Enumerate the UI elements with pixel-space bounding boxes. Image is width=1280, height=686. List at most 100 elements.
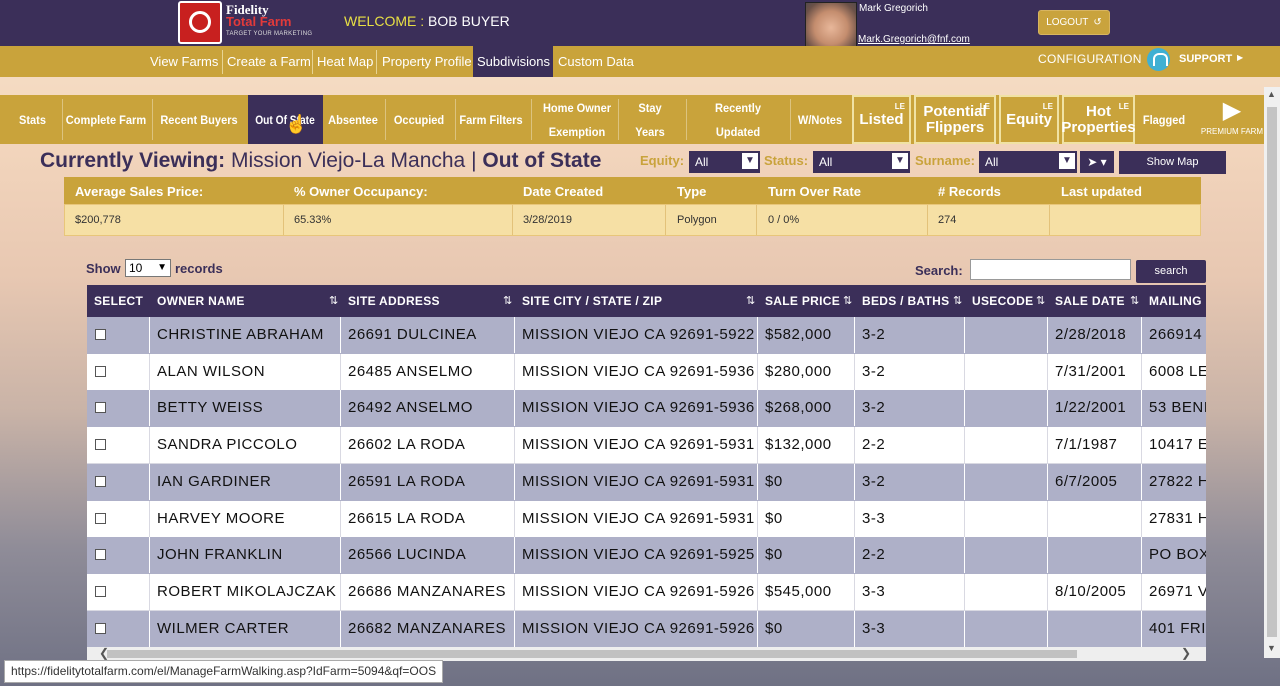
column-header-beds-baths[interactable]: BEDS / BATHS xyxy=(855,285,965,317)
search-input[interactable] xyxy=(970,259,1131,280)
tab-equity[interactable]: Equity LE xyxy=(999,95,1059,144)
tab-flagged[interactable]: Flagged xyxy=(1140,95,1188,144)
cell-sale-price: $0 xyxy=(758,610,855,647)
sort-icon[interactable]: ⇅ xyxy=(746,294,755,308)
cell-sale-price: $545,000 xyxy=(758,573,855,610)
tab-farm-filters[interactable]: Farm Filters xyxy=(459,95,523,144)
tab-stay-years[interactable]: Stay Years xyxy=(622,95,677,144)
cell-sale-date xyxy=(1048,537,1142,574)
tab-complete-farm[interactable]: Complete Farm xyxy=(66,95,147,144)
column-header-select[interactable]: SELECT xyxy=(87,285,150,317)
table-row[interactable]: BETTY WEISS 26492 ANSELMO MISSION VIEJO CA… xyxy=(87,390,1206,428)
tab-listed[interactable]: Listed LE xyxy=(852,95,911,144)
table-row[interactable]: JOHN FRANKLIN 26566 LUCINDA MISSION VIEJO … xyxy=(87,537,1206,575)
column-header-sale-date[interactable]: SALE DATE xyxy=(1048,285,1142,317)
cell-usecode xyxy=(965,573,1048,610)
tab-potential-flippers[interactable]: Potential Flippers LE xyxy=(914,95,996,144)
configuration-link[interactable]: CONFIGURATION xyxy=(1038,52,1142,66)
nav-subdivisions[interactable]: Subdivisions xyxy=(473,46,553,77)
table-row[interactable]: ALAN WILSON 26485 ANSELMO MISSION VIEJO CA… xyxy=(87,353,1206,391)
le-badge: LE xyxy=(979,102,990,111)
tab-hot-properties[interactable]: Hot Properties LE xyxy=(1061,95,1136,144)
column-header-mailing[interactable]: MAILING xyxy=(1142,285,1206,317)
hand-cursor-icon: ☝ xyxy=(285,114,308,134)
logout-button[interactable]: LOGOUT ↺ xyxy=(1038,10,1110,35)
equity-filter-select[interactable]: All ▼ xyxy=(689,151,760,173)
search-button[interactable]: search xyxy=(1136,260,1206,283)
nav-heat-map[interactable]: Heat Map xyxy=(313,46,377,77)
cell-beds-baths: 3-3 xyxy=(855,573,965,610)
records-label: records xyxy=(175,261,223,276)
cell-mailing: 10417 E xyxy=(1142,427,1206,463)
tab-absentee[interactable]: Absentee xyxy=(327,95,379,144)
sort-icon[interactable]: ⇅ xyxy=(843,294,852,308)
sort-icon[interactable]: ⇅ xyxy=(1036,294,1045,308)
row-select-checkbox[interactable] xyxy=(95,585,106,597)
cell-owner-name: ALAN WILSON xyxy=(150,353,341,390)
row-select-checkbox[interactable] xyxy=(95,549,106,561)
select-cell xyxy=(87,610,150,647)
welcome-prefix: WELCOME : xyxy=(344,13,425,29)
logo[interactable]: Fidelity Total Farm TARGET YOUR MARKETIN… xyxy=(178,1,313,44)
status-filter-select[interactable]: All ▼ xyxy=(813,151,910,173)
cell-owner-name: BETTY WEISS xyxy=(150,390,341,427)
table-row[interactable]: WILMER CARTER 26682 MANZANARES MISSION VIE… xyxy=(87,610,1206,647)
table-row[interactable]: CHRISTINE ABRAHAM 26691 DULCINEA MISSION V… xyxy=(87,317,1206,354)
cell-mailing: 401 FRIE xyxy=(1142,611,1206,647)
row-select-checkbox[interactable] xyxy=(95,329,106,340)
agent-email-link[interactable]: Mark.Gregorich@fnf.com xyxy=(858,34,970,45)
tab-recently-updated[interactable]: Recently Updated xyxy=(692,95,784,144)
table-row[interactable]: IAN GARDINER 26591 LA RODA MISSION VIEJO C… xyxy=(87,463,1206,501)
sort-icon[interactable]: ⇅ xyxy=(1130,294,1139,308)
tab-with-notes[interactable]: W/Notes xyxy=(794,95,846,144)
tab-occupied[interactable]: Occupied xyxy=(390,95,449,144)
chevron-down-icon: ▼ xyxy=(1059,153,1075,169)
sort-icon[interactable]: ⇅ xyxy=(329,294,338,308)
page-size-select[interactable]: 10 ▼ xyxy=(125,259,171,277)
nav-create-farm[interactable]: Create a Farm xyxy=(223,46,315,77)
horizontal-scroll-thumb[interactable] xyxy=(107,650,1077,658)
horizontal-scrollbar[interactable]: ❮ ❯ xyxy=(87,646,1206,661)
scroll-up-icon[interactable]: ▲ xyxy=(1267,89,1276,99)
table-row[interactable]: SANDRA PICCOLO 26602 LA RODA MISSION VIEJO… xyxy=(87,427,1206,465)
column-header-site-address[interactable]: SITE ADDRESS xyxy=(341,285,515,317)
select-cell xyxy=(87,390,150,427)
tab-stats[interactable]: Stats xyxy=(12,95,53,144)
show-map-button[interactable]: Show Map xyxy=(1119,151,1226,174)
cell-mailing: 53 BENI xyxy=(1142,390,1206,426)
row-select-checkbox[interactable] xyxy=(95,439,106,451)
table-row[interactable]: HARVEY MOORE 26615 LA RODA MISSION VIEJO C… xyxy=(87,500,1206,538)
status-filter-label: Status: xyxy=(764,153,809,168)
scroll-down-icon[interactable]: ▼ xyxy=(1267,643,1276,653)
column-header-site-city[interactable]: SITE CITY / STATE / ZIP xyxy=(515,285,758,317)
premium-farm-button[interactable]: ▶︎ PREMIUM FARM xyxy=(1200,95,1264,144)
tab-recent-buyers[interactable]: Recent Buyers xyxy=(156,95,242,144)
stat-header: Average Sales Price: xyxy=(75,184,204,199)
tab-home-owner-exemption[interactable]: Home Owner Exemption xyxy=(539,95,614,144)
column-header-owner-name[interactable]: OWNER NAME xyxy=(150,285,341,317)
sort-icon[interactable]: ⇅ xyxy=(503,294,512,308)
surname-filter-label: Surname: xyxy=(915,153,975,168)
cell-beds-baths: 3-2 xyxy=(855,463,965,500)
share-icon[interactable]: ➤ ▾ xyxy=(1080,151,1114,173)
nav-property-profile[interactable]: Property Profile xyxy=(378,46,476,77)
row-select-checkbox[interactable] xyxy=(95,365,106,377)
row-select-checkbox[interactable] xyxy=(95,622,106,634)
cell-usecode xyxy=(965,390,1048,427)
sort-icon[interactable]: ⇅ xyxy=(953,294,962,308)
row-select-checkbox[interactable] xyxy=(95,512,106,524)
scroll-right-icon[interactable]: ❯ xyxy=(1181,646,1191,660)
row-select-checkbox[interactable] xyxy=(95,402,106,414)
column-header-sale-price[interactable]: SALE PRICE xyxy=(758,285,855,317)
cell-site-address: 26591 LA RODA xyxy=(341,463,515,500)
vertical-scrollbar[interactable]: ▲ ▼ xyxy=(1264,87,1280,658)
headset-icon[interactable] xyxy=(1147,48,1170,71)
vertical-scroll-thumb[interactable] xyxy=(1267,107,1277,637)
row-select-checkbox[interactable] xyxy=(95,475,106,487)
table-row[interactable]: ROBERT MIKOLAJCZAK 26686 MANZANARES MISSIO… xyxy=(87,573,1206,611)
nav-view-farms[interactable]: View Farms xyxy=(146,46,222,77)
support-link[interactable]: SUPPORT xyxy=(1179,53,1232,65)
surname-filter-select[interactable]: All ▼ xyxy=(979,151,1077,173)
cell-sale-price: $582,000 xyxy=(758,317,855,353)
nav-custom-data[interactable]: Custom Data xyxy=(554,46,638,77)
